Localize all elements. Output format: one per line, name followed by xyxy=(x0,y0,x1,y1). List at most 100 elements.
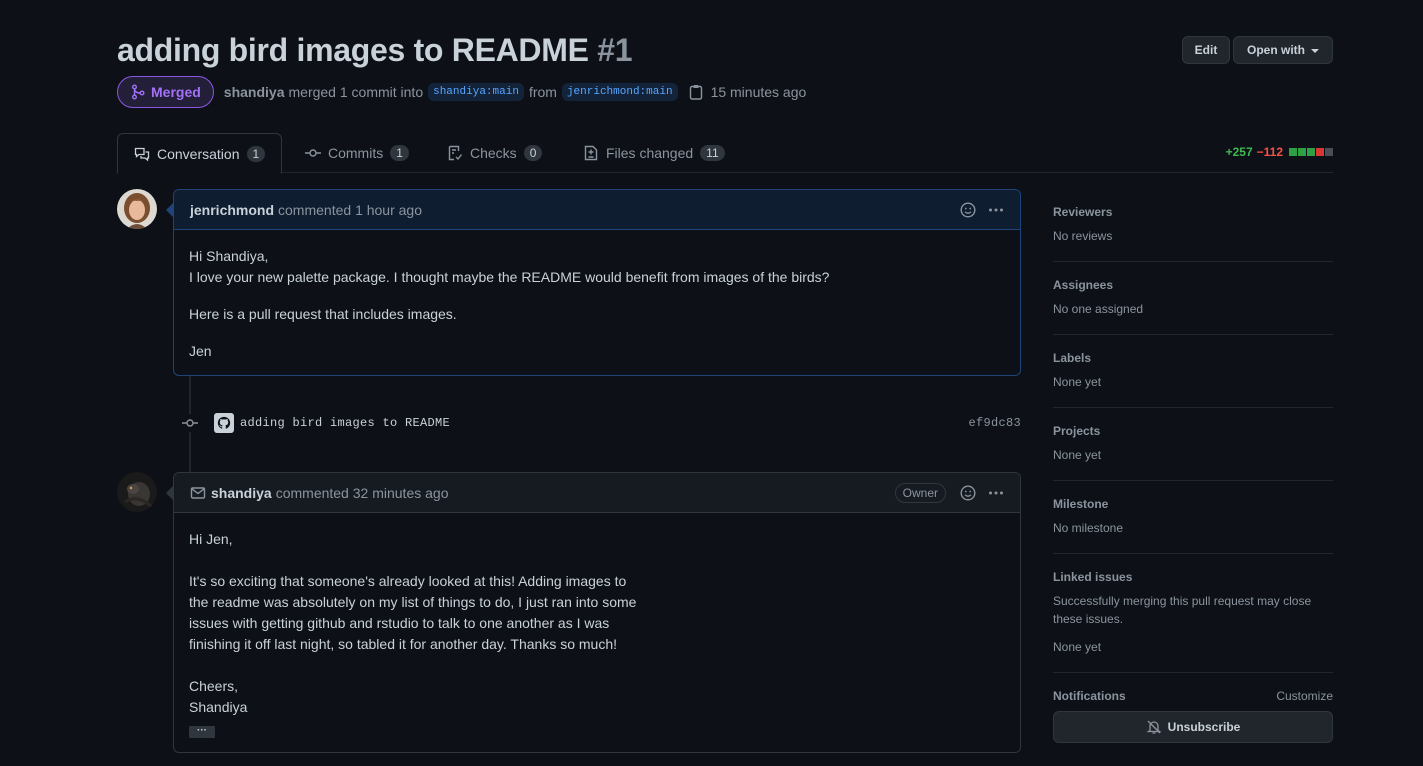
from-text: from xyxy=(528,84,557,100)
diff-block-add xyxy=(1289,148,1297,156)
comment-box: shandiya commented 32 minutes ago Owner … xyxy=(166,472,1021,755)
assignees-value: No one assigned xyxy=(1053,302,1144,316)
linked-issues-description: Successfully merging this pull request m… xyxy=(1053,594,1312,626)
tab-conversation[interactable]: Conversation 1 xyxy=(117,133,283,174)
tab-files-changed-label: Files changed xyxy=(606,145,694,161)
sidebar-linked-issues: Linked issues Successfully merging this … xyxy=(1053,554,1333,673)
git-merge-icon xyxy=(132,84,145,100)
comment-time-link[interactable]: 32 minutes ago xyxy=(353,485,449,501)
milestone-title: Milestone xyxy=(1053,497,1109,511)
diff-block-neutral xyxy=(1325,148,1333,156)
pr-meta: Merged shandiya merged 1 commit into sha… xyxy=(117,76,806,108)
comment-author-link[interactable]: shandiya xyxy=(211,485,272,501)
head-branch[interactable]: jenrichmond:main xyxy=(561,83,678,101)
reviewers-heading[interactable]: Reviewers xyxy=(1053,205,1333,219)
base-branch[interactable]: shandiya:main xyxy=(428,83,524,101)
diffstat[interactable]: +257 −112 xyxy=(1226,145,1333,159)
sidebar-projects: Projects None yet xyxy=(1053,408,1333,481)
avatar-image xyxy=(117,189,157,229)
smiley-icon[interactable] xyxy=(960,485,976,501)
labels-title: Labels xyxy=(1053,351,1092,365)
comment-line: finishing it off last night, so tabled i… xyxy=(189,636,618,652)
reviewers-title: Reviewers xyxy=(1053,205,1113,219)
tab-conversation-label: Conversation xyxy=(157,145,240,162)
comment-body: Hi Shandiya, I love your new palette pack… xyxy=(174,230,1020,378)
comment-discussion-icon xyxy=(134,147,150,161)
pr-number: #1 xyxy=(597,32,633,68)
tab-checks[interactable]: Checks 0 xyxy=(447,133,543,173)
notifications-heading: Notifications Customize xyxy=(1053,689,1333,703)
commit-sha-link[interactable]: ef9dc83 xyxy=(968,416,1021,430)
diff-additions: +257 xyxy=(1225,145,1253,159)
comment-actions: Owner xyxy=(894,473,1004,513)
avatar-image xyxy=(117,472,157,512)
comment-box: jenrichmond commented 1 hour ago Hi Shan… xyxy=(166,189,1021,378)
timeline-commit: adding bird images to README ef9dc83 xyxy=(181,411,1021,435)
caret-down-icon xyxy=(1311,49,1319,53)
pr-sidebar: Reviewers No reviews Assignees No one as… xyxy=(1053,189,1333,759)
notifications-title: Notifications xyxy=(1053,689,1126,703)
comment-action: commented xyxy=(278,201,352,218)
unsubscribe-label: Unsubscribe xyxy=(1167,720,1241,734)
checklist-icon xyxy=(448,145,463,161)
comment-line: Shandiya xyxy=(189,699,248,715)
comment-paragraph: Jen xyxy=(189,343,212,359)
commit-message-link[interactable]: adding bird images to README xyxy=(240,416,450,430)
reviewers-value: No reviews xyxy=(1053,229,1113,243)
comment-line: It's so exciting that someone's already … xyxy=(189,573,627,589)
comment-line: Hi Shandiya, xyxy=(189,248,269,264)
tab-checks-label: Checks xyxy=(470,145,517,161)
smiley-icon[interactable] xyxy=(960,202,976,218)
assignees-heading[interactable]: Assignees xyxy=(1053,278,1333,292)
comment-action: commented xyxy=(275,484,349,501)
show-more-button[interactable]: ··· xyxy=(189,726,215,738)
comment-paragraph: Hi Jen, xyxy=(189,531,233,547)
commit-author-avatar[interactable] xyxy=(214,413,234,433)
sidebar-assignees: Assignees No one assigned xyxy=(1053,262,1333,335)
copy-icon[interactable] xyxy=(689,84,703,100)
comment-header: jenrichmond commented 1 hour ago xyxy=(174,190,1020,230)
pr-author-link[interactable]: shandiya xyxy=(224,84,285,100)
sidebar-reviewers: Reviewers No reviews xyxy=(1053,189,1333,262)
open-with-button[interactable]: Open with xyxy=(1233,36,1333,64)
comment-line: I love your new palette package. I thoug… xyxy=(189,269,830,285)
tab-commits[interactable]: Commits 1 xyxy=(305,133,409,173)
comment-time-link[interactable]: 1 hour ago xyxy=(355,202,422,218)
projects-heading[interactable]: Projects xyxy=(1053,424,1333,438)
tab-checks-count: 0 xyxy=(523,145,543,161)
github-octocat-icon xyxy=(217,416,231,429)
unsubscribe-button[interactable]: Unsubscribe xyxy=(1053,711,1333,743)
pr-title: adding bird images to README #1 xyxy=(117,30,633,70)
comment-paragraph: Cheers, Shandiya xyxy=(189,676,1005,718)
git-commit-icon xyxy=(305,149,321,157)
customize-link[interactable]: Customize xyxy=(1276,689,1333,703)
kebab-horizontal-icon[interactable] xyxy=(988,202,1004,218)
comment-header: shandiya commented 32 minutes ago Owner xyxy=(174,473,1020,513)
assignees-title: Assignees xyxy=(1053,278,1114,292)
comment-author-link[interactable]: jenrichmond xyxy=(190,202,274,218)
comment-line: Cheers, xyxy=(189,678,239,694)
merged-status-badge: Merged xyxy=(117,76,214,108)
comment-paragraph: It's so exciting that someone's already … xyxy=(189,571,1005,655)
milestone-value: No milestone xyxy=(1053,521,1124,535)
kebab-horizontal-icon[interactable] xyxy=(988,485,1004,501)
tab-commits-count: 1 xyxy=(390,145,409,161)
git-commit-icon xyxy=(181,414,199,432)
comment-paragraph: Hi Shandiya, I love your new palette pack… xyxy=(189,246,1005,288)
pr-title-text: adding bird images to README xyxy=(117,32,589,68)
bell-slash-icon xyxy=(1146,720,1162,734)
linked-issues-heading: Linked issues xyxy=(1053,570,1333,584)
sidebar-notifications: Notifications Customize Unsubscribe xyxy=(1053,673,1333,759)
comment-line: the readme was absolutely on my list of … xyxy=(189,594,637,610)
tab-conversation-count: 1 xyxy=(246,145,266,162)
pr-tabs: Conversation 1 Commits 1 Checks 0 Files … xyxy=(117,133,1333,174)
comment-body: Hi Jen, It's so exciting that someone's … xyxy=(174,513,1020,755)
tab-files-changed[interactable]: Files changed 11 xyxy=(583,133,725,173)
comment-line: issues with getting github and rstudio t… xyxy=(189,615,610,631)
avatar-shandiya[interactable] xyxy=(117,472,157,512)
labels-heading[interactable]: Labels xyxy=(1053,351,1333,365)
status-text: Merged xyxy=(151,84,201,100)
edit-button[interactable]: Edit xyxy=(1182,36,1230,64)
avatar-jenrichmond[interactable] xyxy=(117,189,157,229)
milestone-heading[interactable]: Milestone xyxy=(1053,497,1333,511)
